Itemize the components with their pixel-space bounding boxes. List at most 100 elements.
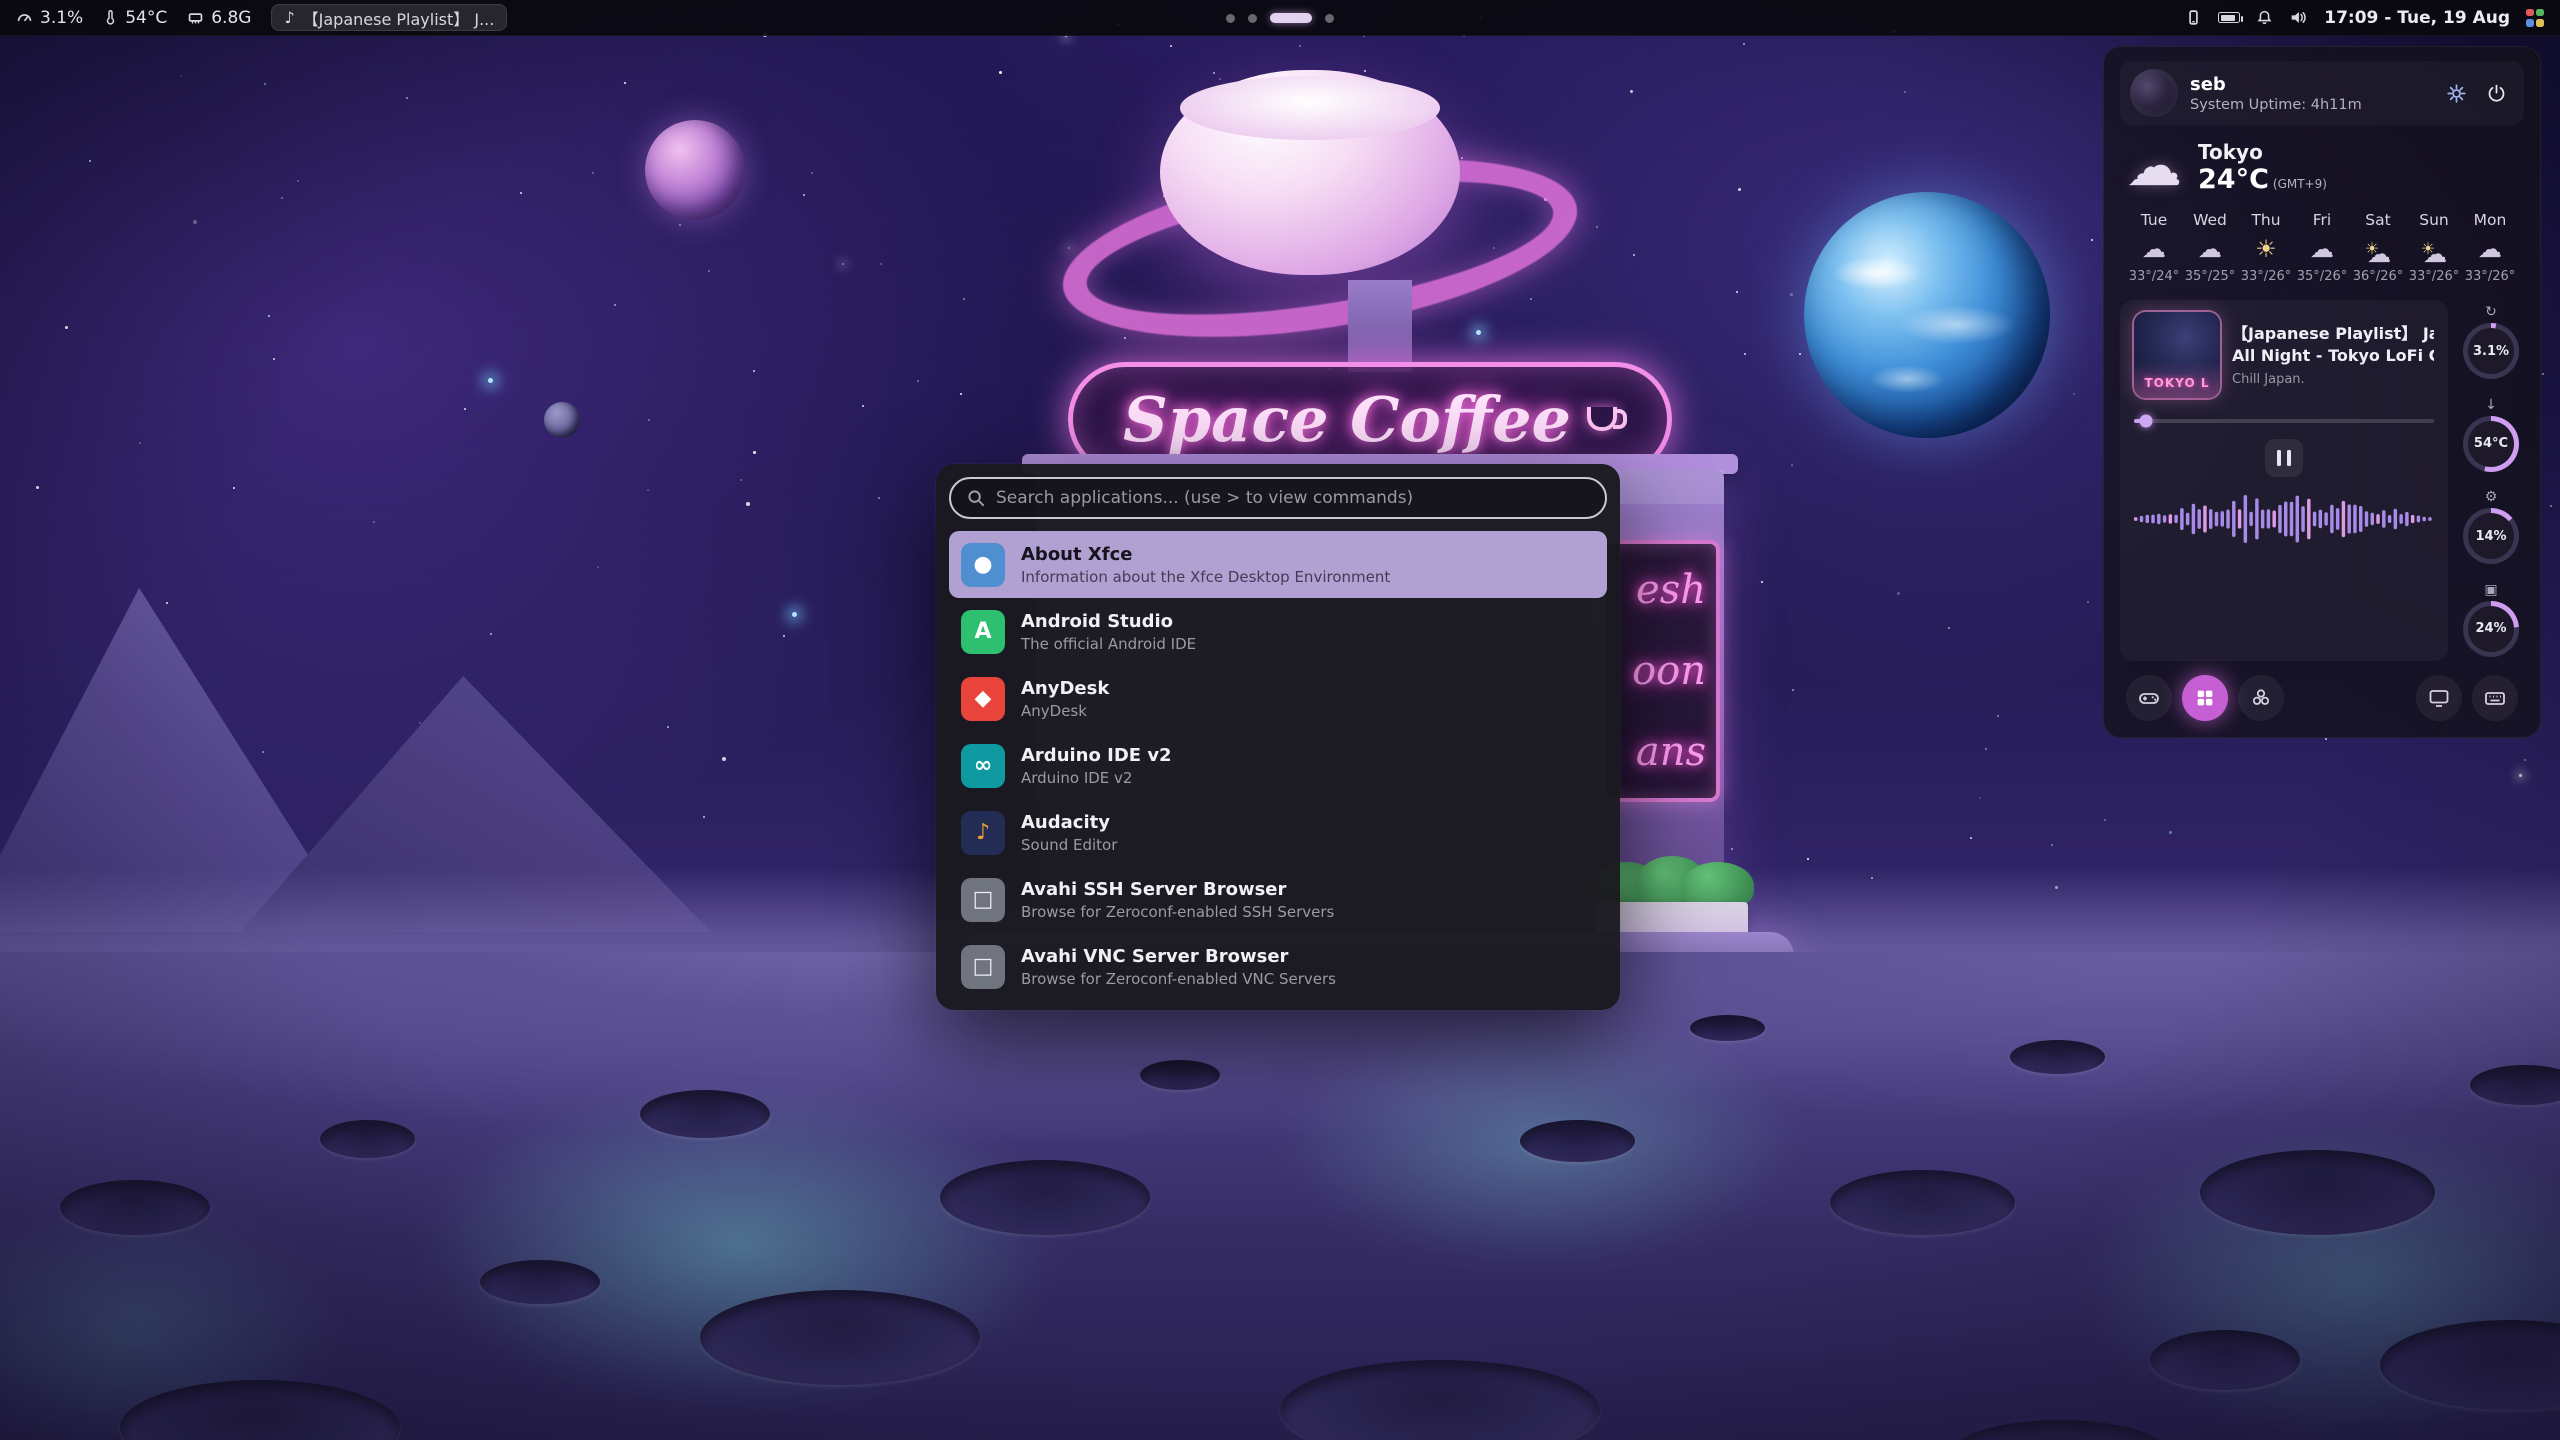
anydesk-icon: ◆ [961,677,1005,721]
cpu-gauge-ring: 3.1% [2463,323,2519,379]
weather-cloud-icon: ☁ [2126,139,2182,195]
icon-glyph: ∞ [974,753,992,778]
search-input[interactable] [996,488,1589,508]
app-row-audacity[interactable]: ♪ Audacity Sound Editor [949,799,1607,866]
app-grid-button[interactable] [2182,675,2228,721]
star [36,486,39,489]
app-row-about-xfce[interactable]: ● About Xfce Information about the Xfce … [949,531,1607,598]
star [740,479,742,481]
volume-icon[interactable] [2289,9,2308,26]
star [273,358,275,360]
cpu-usage-indicator: 3.1% [16,8,83,28]
profile-actions [2438,75,2514,111]
launcher-search-box[interactable] [949,477,1607,519]
avatar [2130,69,2178,117]
temperature-gauge-ring: 54°C [2463,416,2519,472]
system-tray: 17:09 - Tue, 19 Aug [2185,8,2544,28]
star [464,408,466,410]
star [746,502,750,506]
neon-sign-text: Space Coffee [1123,383,1571,456]
app-name: Arduino IDE v2 [1021,745,1172,766]
star [89,160,91,162]
connected-device-icon[interactable] [2185,9,2202,26]
star [708,270,710,272]
star [520,192,522,194]
now-playing-chip[interactable]: ♪ 【Japanese Playlist】 J... [271,4,507,31]
ram-icon [187,9,204,26]
star [963,298,965,300]
track-title-line2: All Night - Tokyo LoFi Chill... [2232,345,2434,367]
app-row-anydesk[interactable]: ◆ AnyDesk AnyDesk [949,665,1607,732]
moon-ground [0,952,2560,1440]
app-overview-icon[interactable] [2526,9,2544,27]
notification-bell-icon[interactable] [2256,9,2273,27]
app-row-android-studio[interactable]: A Android Studio The official Android ID… [949,598,1607,665]
purple-planet [645,120,745,220]
star [917,380,919,382]
star [1790,293,1793,296]
settings-button[interactable] [2438,75,2474,111]
sign-stand [1348,280,1412,372]
gamepad-button[interactable] [2126,675,2172,721]
star [2542,373,2544,375]
seek-knob[interactable] [2140,414,2153,427]
app-texts: About Xfce Information about the Xfce De… [1021,544,1390,586]
star [1799,353,1801,355]
theme-palette-button[interactable] [2238,675,2284,721]
app-name: Audacity [1021,812,1117,833]
star [880,263,882,265]
app-launcher: ● About Xfce Information about the Xfce … [936,464,1620,1010]
star [624,82,626,84]
forecast-day: Mon 33°/26° [2462,211,2518,284]
memory-gauge: ⚙ 14% [2463,489,2519,564]
app-row-avahi-vnc[interactable]: □ Avahi VNC Server Browser Browse for Ze… [949,933,1607,1000]
battery-icon[interactable] [2218,12,2240,23]
system-uptime: System Uptime: 4h11m [2190,97,2362,113]
star [753,451,756,454]
memory-gauge-ring: 14% [2463,508,2519,564]
app-row-arduino-ide[interactable]: ∞ Arduino IDE v2 Arduino IDE v2 [949,732,1607,799]
cpu-usage-value: 3.1% [40,8,83,28]
star [803,194,805,196]
pause-button[interactable] [2265,439,2303,477]
icon-glyph: □ [973,954,994,979]
workspace-dot[interactable] [1248,14,1257,23]
audio-waveform [2134,487,2434,551]
forecast-day-icon [2365,234,2391,264]
seek-bar[interactable] [2134,414,2434,427]
star [2073,393,2075,395]
star [597,566,599,568]
workspace-switcher [1226,0,1334,36]
thermometer-icon [103,9,118,26]
forecast-day-name: Sun [2419,211,2449,229]
star [842,263,844,265]
workspace-dot[interactable] [1226,14,1235,23]
screen-record-button[interactable] [2416,675,2462,721]
app-row-avahi-ssh[interactable]: □ Avahi SSH Server Browser Browse for Ze… [949,866,1607,933]
icon-glyph: A [974,619,991,644]
weather-forecast: Tue 33°/24° Wed 35°/25° Thu 33°/26° Fri [2126,211,2518,284]
app-name: Android Studio [1021,611,1196,632]
app-texts: Avahi SSH Server Browser Browse for Zero… [1021,879,1334,921]
arduino-icon: ∞ [961,744,1005,788]
forecast-day-temps: 36°/26° [2353,269,2403,284]
workspace-active-pill[interactable] [1270,13,1312,23]
media-info: TOKYO L 【Japanese Playlist】 Japan All Ni… [2134,312,2434,398]
weather-city: Tokyo [2198,140,2327,164]
app-desc: Sound Editor [1021,836,1117,854]
track-subtitle: Chill Japan. [2232,372,2434,387]
disk-gauge: ▣ 24% [2463,582,2519,657]
weather-timezone: (GMT+9) [2273,177,2327,191]
album-art-text: TOKYO L [2145,376,2210,398]
star [1897,592,1900,595]
cpu-temp-indicator: 54°C [103,8,167,28]
clock[interactable]: 17:09 - Tue, 19 Aug [2324,8,2510,28]
keyboard-icon [2483,686,2507,710]
cpu-gauge-icon [16,9,33,26]
star [2325,738,2327,740]
star [281,197,283,199]
keyboard-button[interactable] [2472,675,2518,721]
workspace-dot[interactable] [1325,14,1334,23]
power-button[interactable] [2478,75,2514,111]
disk-gauge-icon: ▣ [2484,582,2497,598]
